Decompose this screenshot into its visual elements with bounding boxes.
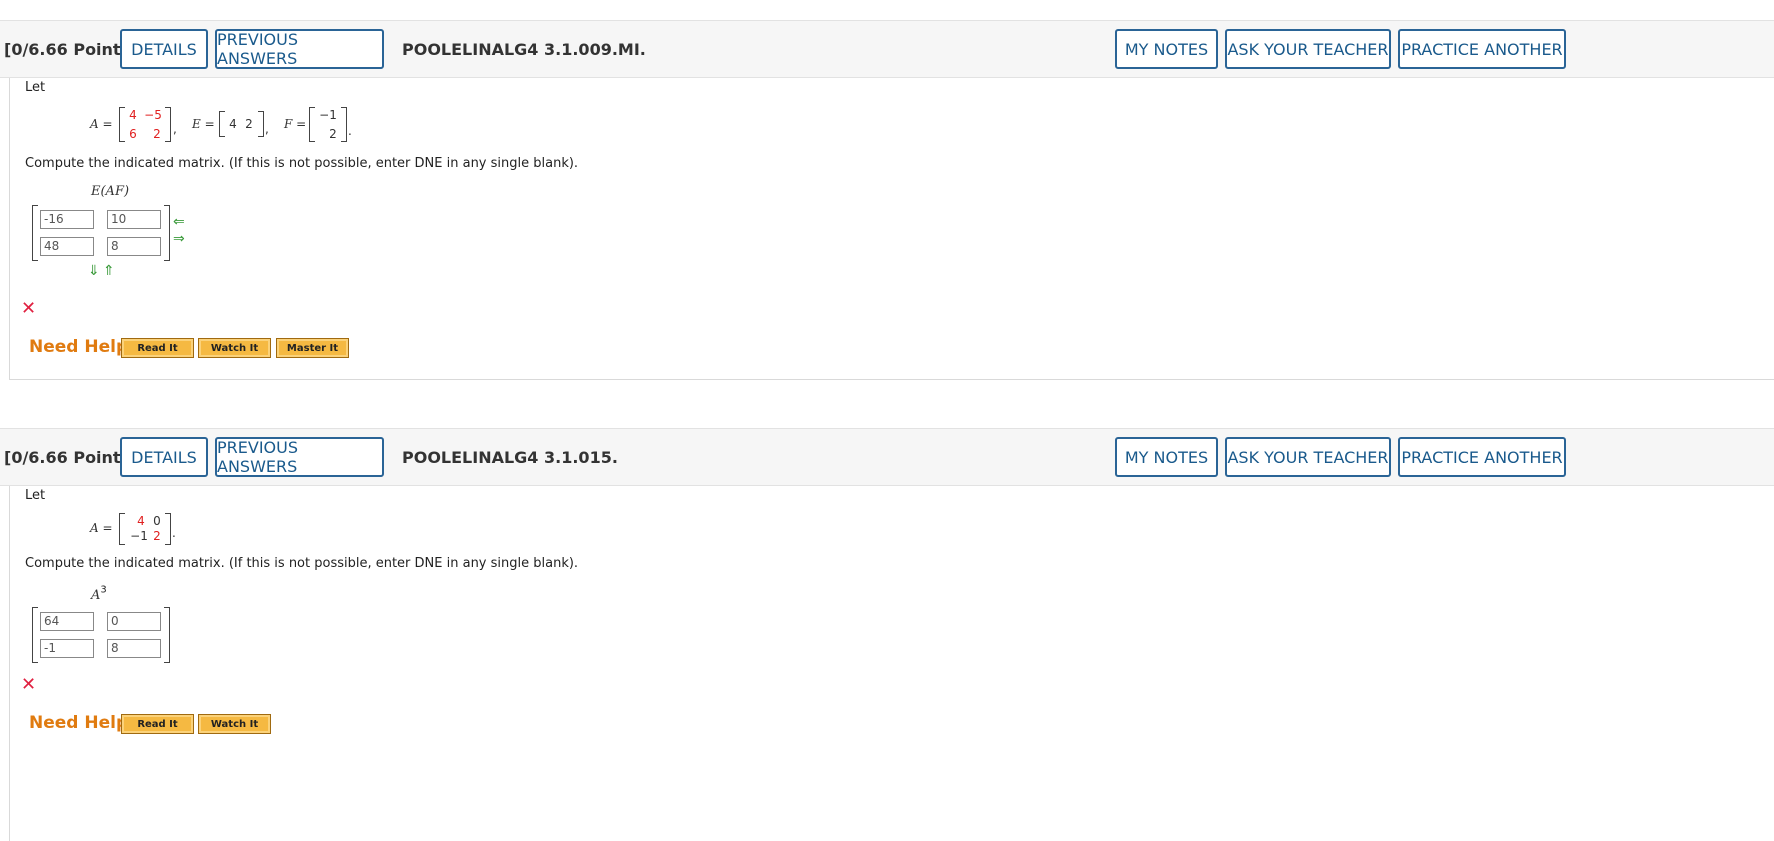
add-column-icon[interactable]: ⇒ (173, 231, 185, 247)
watch-it-button[interactable]: Watch It (198, 338, 271, 358)
matrix-f-label: F = (284, 117, 307, 131)
read-it-button[interactable]: Read It (121, 338, 194, 358)
answer-bracket (32, 205, 38, 261)
details-button[interactable]: DETAILS (120, 29, 208, 69)
incorrect-icon: ✕ (21, 674, 37, 695)
details-button[interactable]: DETAILS (120, 437, 208, 477)
let-label: Let (25, 80, 46, 95)
matrix-bracket (309, 107, 315, 142)
question-id: POOLELINALG4 3.1.015. (402, 448, 618, 467)
matrix-a-cell: 6 (129, 127, 137, 141)
remove-column-icon[interactable]: ⇐ (173, 214, 185, 230)
question-1-header: [0/6.66 Points] DETAILS PREVIOUS ANSWERS… (0, 20, 1774, 78)
question-prompt: Compute the indicated matrix. (If this i… (25, 156, 579, 171)
master-it-button[interactable]: Master It (276, 338, 349, 358)
period: . (172, 526, 176, 540)
matrix-a-cell: 0 (153, 514, 161, 528)
matrix-bracket (341, 107, 347, 142)
remove-row-icon[interactable]: ⇑ (103, 263, 115, 279)
my-notes-button[interactable]: MY NOTES (1115, 437, 1218, 477)
expression-label: E(AF) (91, 184, 130, 199)
question-2-header: [0/6.66 Points] DETAILS PREVIOUS ANSWERS… (0, 428, 1774, 486)
question-id: POOLELINALG4 3.1.009.MI. (402, 40, 646, 59)
matrix-a-cell: 2 (153, 529, 161, 543)
answer-input-r2c1[interactable]: -1 (40, 639, 94, 658)
matrix-a-label: A = (90, 117, 113, 131)
answer-input-r1c2[interactable]: 0 (107, 612, 161, 631)
question-prompt: Compute the indicated matrix. (If this i… (25, 556, 579, 571)
question-1-body: Let A = 4 −5 6 2 , E = 4 2 , F = −1 2 . … (9, 78, 1774, 380)
question-divider (9, 379, 1774, 380)
points-label: [0/6.66 Points] (4, 448, 138, 467)
matrix-a-cell: 2 (153, 127, 161, 141)
practice-another-button[interactable]: PRACTICE ANOTHER (1398, 29, 1566, 69)
question-2-body: Let A = 4 0 −1 2 . Compute the indicated… (9, 486, 1774, 841)
matrix-a-label: A = (90, 521, 113, 535)
matrix-a-cell: −1 (130, 529, 148, 543)
incorrect-icon: ✕ (21, 298, 37, 319)
matrix-f-cell: −1 (319, 108, 337, 122)
answer-input-r1c2[interactable]: 10 (107, 210, 161, 229)
matrix-bracket (165, 513, 171, 545)
comma: , (173, 122, 177, 136)
ask-your-teacher-button[interactable]: ASK YOUR TEACHER (1225, 437, 1391, 477)
ask-your-teacher-button[interactable]: ASK YOUR TEACHER (1225, 29, 1391, 69)
answer-input-r2c1[interactable]: 48 (40, 237, 94, 256)
answer-input-r1c1[interactable]: -16 (40, 210, 94, 229)
answer-input-r1c1[interactable]: 64 (40, 612, 94, 631)
my-notes-button[interactable]: MY NOTES (1115, 29, 1218, 69)
answer-bracket (164, 205, 170, 261)
matrix-bracket (119, 513, 125, 545)
answer-input-r2c2[interactable]: 8 (107, 639, 161, 658)
expression-label: A3 (91, 584, 107, 603)
matrix-e-cell: 2 (245, 117, 253, 131)
matrix-a-cell: −5 (144, 108, 162, 122)
answer-bracket (32, 607, 38, 663)
answer-bracket (164, 607, 170, 663)
matrix-a-cell: 4 (129, 108, 137, 122)
practice-another-button[interactable]: PRACTICE ANOTHER (1398, 437, 1566, 477)
previous-answers-button[interactable]: PREVIOUS ANSWERS (215, 437, 384, 477)
comma: , (265, 122, 269, 136)
read-it-button[interactable]: Read It (121, 714, 194, 734)
matrix-e-label: E = (192, 117, 215, 131)
add-row-icon[interactable]: ⇓ (88, 263, 100, 279)
answer-input-r2c2[interactable]: 8 (107, 237, 161, 256)
matrix-f-cell: 2 (329, 127, 337, 141)
matrix-bracket (258, 111, 264, 137)
previous-answers-button[interactable]: PREVIOUS ANSWERS (215, 29, 384, 69)
points-label: [0/6.66 Points] (4, 40, 138, 59)
matrix-bracket (165, 107, 171, 142)
let-label: Let (25, 488, 46, 503)
period: . (348, 124, 352, 138)
watch-it-button[interactable]: Watch It (198, 714, 271, 734)
